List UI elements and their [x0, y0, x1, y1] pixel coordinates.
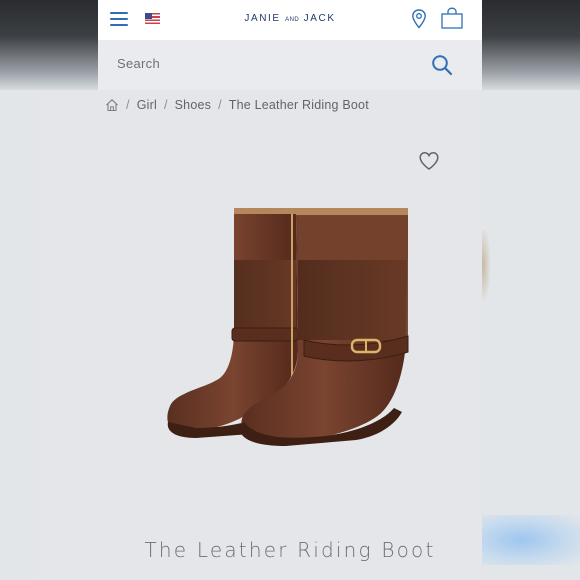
- blurred-background-right: [482, 90, 580, 580]
- product-title: The Leather Riding Boot: [144, 538, 436, 562]
- home-icon[interactable]: [105, 98, 119, 112]
- breadcrumb-separator: /: [126, 98, 130, 112]
- brand-word-and: AND: [285, 17, 300, 23]
- shopping-bag-icon[interactable]: [440, 7, 464, 29]
- breadcrumb-item-girl[interactable]: Girl: [137, 98, 157, 112]
- blurred-background-left: [0, 90, 98, 580]
- breadcrumb-separator: /: [163, 98, 168, 112]
- blurred-background-highlight: [482, 515, 580, 565]
- breadcrumb: / Girl / Shoes / The Leather Riding Boot: [105, 97, 369, 113]
- map-pin-icon[interactable]: [411, 9, 427, 29]
- breadcrumb-item-current[interactable]: The Leather Riding Boot: [229, 98, 369, 112]
- top-navigation-bar: JANIE AND JACK: [98, 0, 482, 40]
- brand-word-jack: JACK: [303, 13, 336, 24]
- search-icon[interactable]: [431, 54, 453, 76]
- brand-word-janie: JANIE: [244, 13, 281, 24]
- heart-icon[interactable]: [418, 150, 440, 172]
- search-input[interactable]: Search: [117, 56, 160, 71]
- breadcrumb-separator: /: [218, 98, 222, 112]
- product-image-riding-boots[interactable]: [156, 200, 418, 460]
- breadcrumb-item-shoes[interactable]: Shoes: [175, 98, 211, 112]
- mobile-page: JANIE AND JACK Search / Girl / Shoes / T…: [98, 0, 482, 580]
- search-bar[interactable]: Search: [98, 40, 482, 90]
